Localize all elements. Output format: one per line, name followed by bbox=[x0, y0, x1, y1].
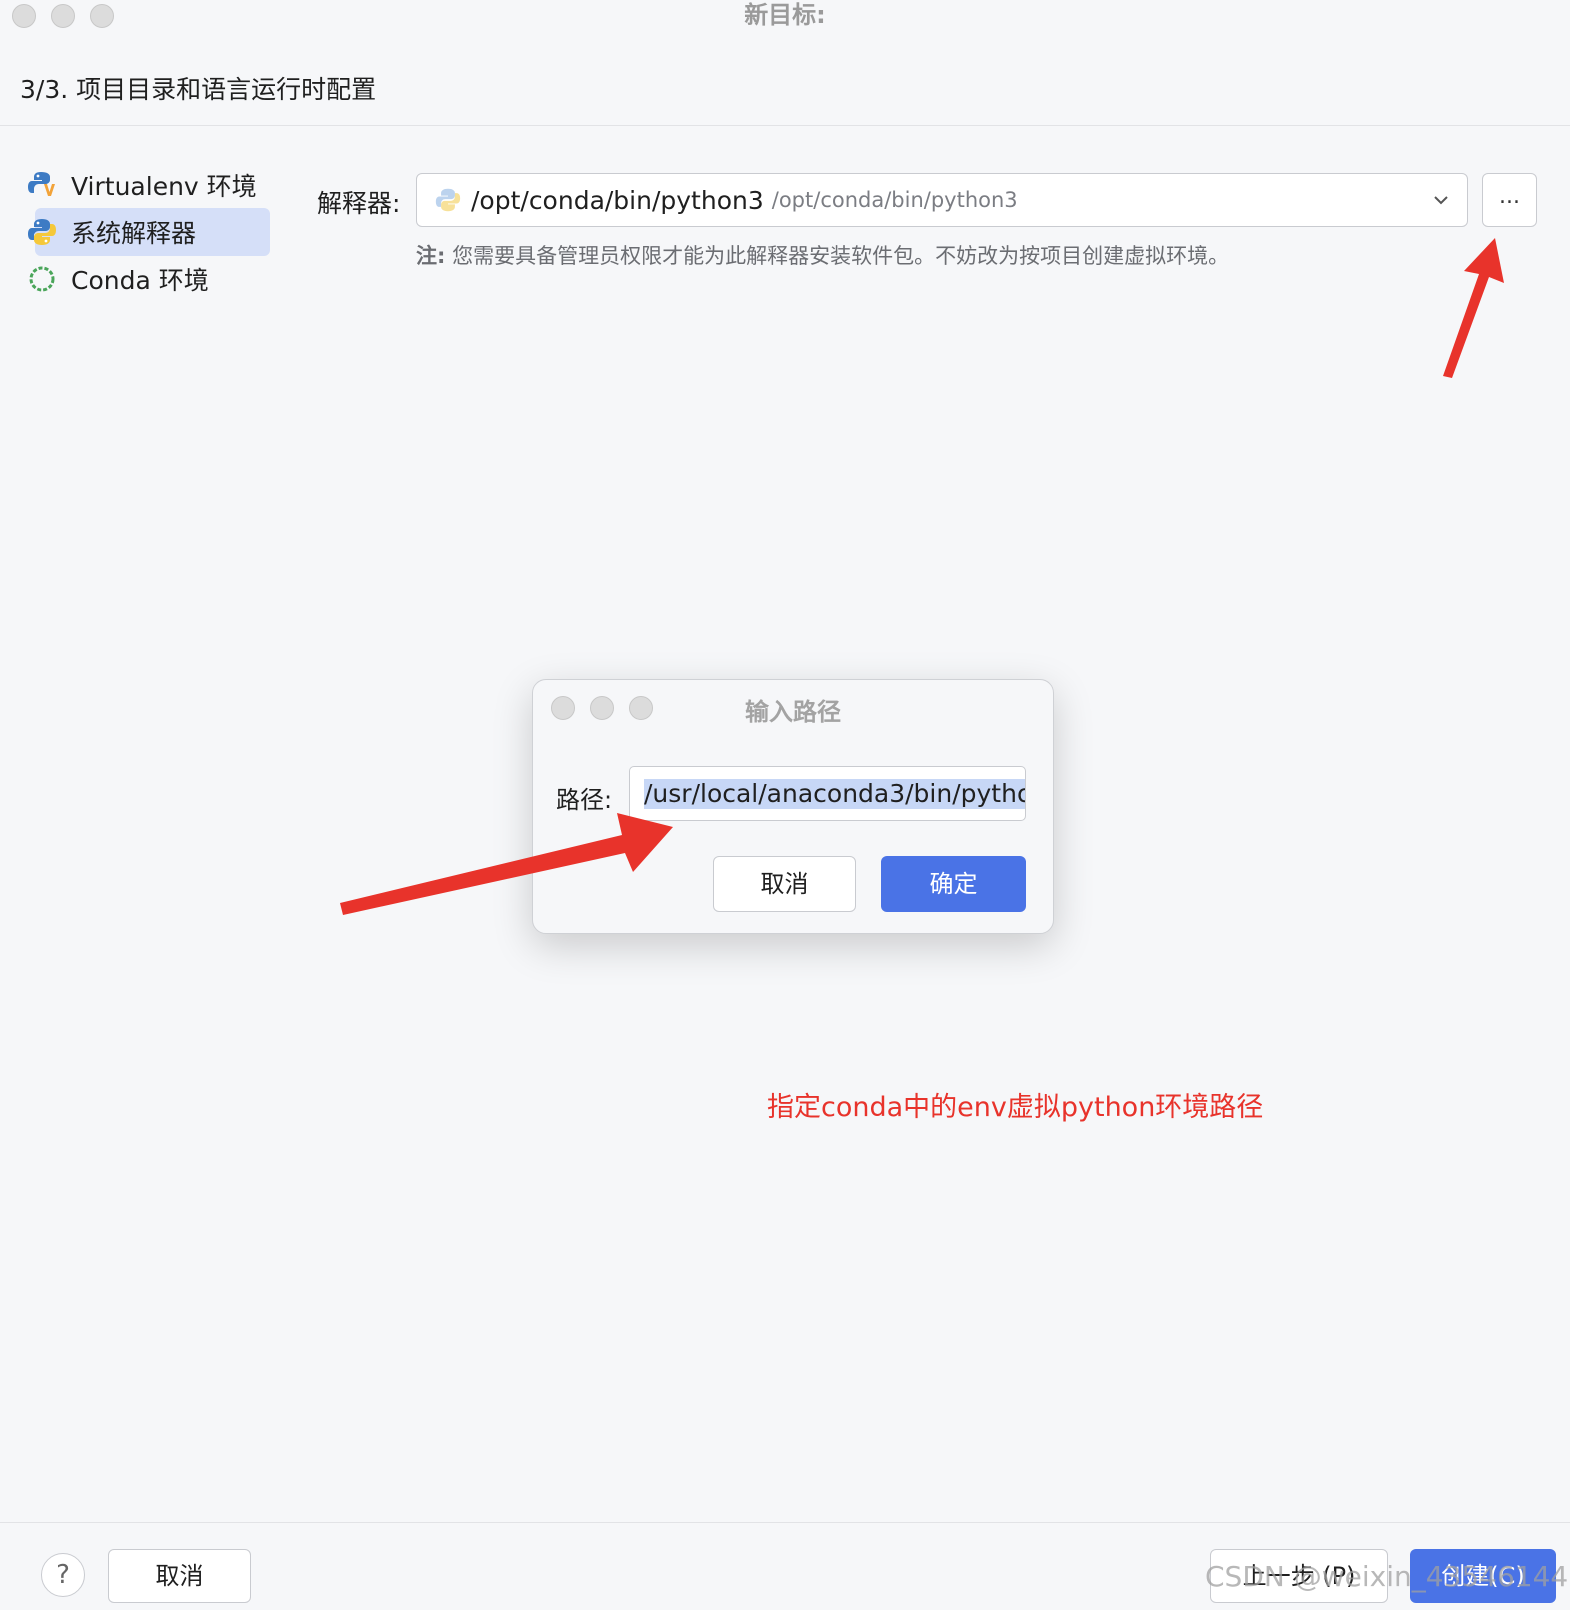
dialog-cancel-button[interactable]: 取消 bbox=[713, 856, 856, 912]
sidebar-item-virtualenv[interactable]: Virtualenv 环境 bbox=[27, 162, 257, 208]
interpreter-path-detail: /opt/conda/bin/python3 bbox=[771, 188, 1018, 212]
divider bbox=[0, 1522, 1570, 1523]
interpreter-path: /opt/conda/bin/python3 bbox=[471, 185, 764, 215]
help-button[interactable]: ? bbox=[41, 1553, 85, 1597]
dialog-title: 输入路径 bbox=[745, 698, 841, 726]
path-input-value: /usr/local/anaconda3/bin/pytho bbox=[644, 779, 1025, 809]
interpreter-select[interactable]: /opt/conda/bin/python3 /opt/conda/bin/py… bbox=[416, 173, 1468, 227]
interpreter-note: 注: 您需要具备管理员权限才能为此解释器安装软件包。不妨改为按项目创建虚拟环境。 bbox=[416, 240, 1229, 270]
note-text: 您需要具备管理员权限才能为此解释器安装软件包。不妨改为按项目创建虚拟环境。 bbox=[445, 244, 1230, 268]
sidebar-item-conda[interactable]: Conda 环境 bbox=[27, 256, 209, 302]
path-label: 路径: bbox=[556, 786, 613, 814]
sidebar-item-label: Virtualenv 环境 bbox=[71, 172, 257, 201]
dialog-ok-button[interactable]: 确定 bbox=[881, 856, 1026, 912]
sidebar-item-label: 系统解释器 bbox=[71, 219, 197, 248]
annotation-text: 指定conda中的env虚拟python环境路径 bbox=[767, 1092, 1264, 1123]
sidebar-item-system-interpreter[interactable]: 系统解释器 bbox=[27, 209, 196, 255]
chevron-down-icon[interactable] bbox=[1431, 190, 1451, 214]
python-icon bbox=[27, 217, 57, 247]
sidebar-item-label: Conda 环境 bbox=[71, 266, 209, 295]
browse-interpreter-button[interactable]: ... bbox=[1482, 173, 1537, 227]
cancel-button[interactable]: 取消 bbox=[108, 1549, 251, 1603]
divider bbox=[0, 125, 1570, 126]
arrow-to-browse-button bbox=[1443, 238, 1504, 378]
note-prefix: 注: bbox=[416, 244, 446, 268]
enter-path-dialog: 输入路径 路径: /usr/local/anaconda3/bin/pytho … bbox=[532, 679, 1054, 934]
python-icon bbox=[435, 187, 461, 213]
step-title: 3/3. 项目目录和语言运行时配置 bbox=[20, 75, 377, 104]
interpreter-label: 解释器: bbox=[317, 189, 401, 218]
conda-icon bbox=[27, 264, 57, 294]
watermark: CSDN @weixin_43546144 bbox=[1205, 1560, 1569, 1593]
path-input[interactable]: /usr/local/anaconda3/bin/pytho bbox=[629, 766, 1026, 821]
python-virtualenv-icon bbox=[27, 170, 57, 200]
window-title: 新目标: bbox=[744, 1, 826, 29]
